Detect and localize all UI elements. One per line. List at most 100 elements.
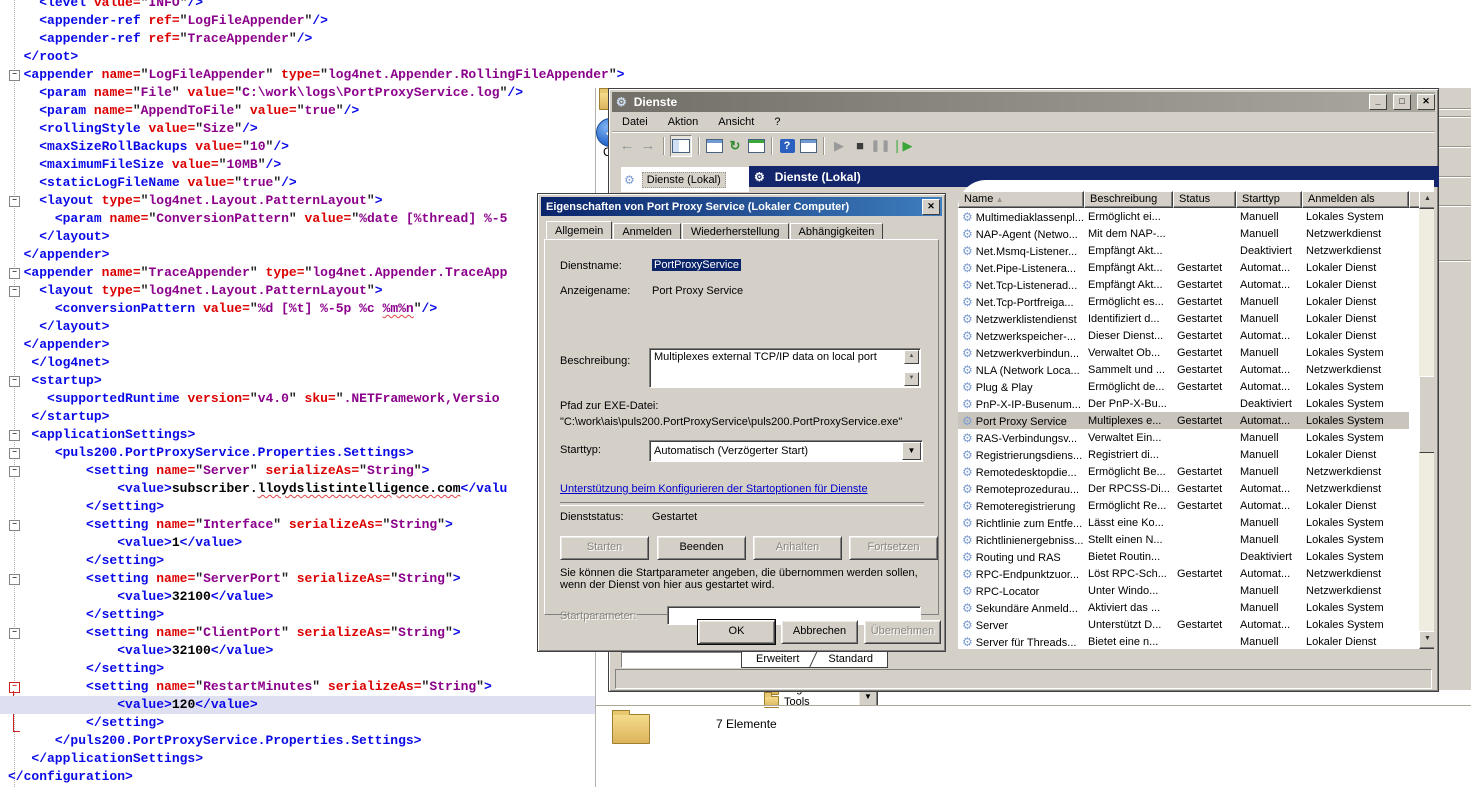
- table-row[interactable]: ⚙Richtlinie zum Entfe...Lässt eine Ko...…: [958, 514, 1409, 531]
- startup-options-help-link[interactable]: Unterstützung beim Konfigurieren der Sta…: [560, 483, 868, 495]
- stop-service-icon[interactable]: ■: [851, 137, 869, 155]
- scroll-up-icon[interactable]: ▲: [1419, 191, 1434, 209]
- title-bar[interactable]: ⚙ Dienste _ □ ✕: [612, 92, 1435, 112]
- table-row[interactable]: ⚙ServerUnterstützt D...GestartetAutomat.…: [958, 616, 1409, 633]
- maximize-icon[interactable]: □: [1393, 94, 1411, 110]
- table-row[interactable]: ⚙Sekundäre Anmeld...Aktiviert das ...Man…: [958, 599, 1409, 616]
- table-row[interactable]: ⚙Netzwerkspeicher-...Dieser Dienst...Ges…: [958, 327, 1409, 344]
- table-row[interactable]: ⚙RemoteregistrierungErmöglicht Re...Gest…: [958, 497, 1409, 514]
- service-gear-icon: ⚙: [962, 227, 973, 241]
- table-row[interactable]: ⚙Richtlinienergebniss...Stellt einen N..…: [958, 531, 1409, 548]
- table-row[interactable]: ⚙Routing und RASBietet Routin...Deaktivi…: [958, 548, 1409, 565]
- stop-button[interactable]: Beenden: [657, 536, 746, 560]
- properties-icon[interactable]: [705, 137, 723, 155]
- table-cell: Gestartet: [1173, 500, 1236, 512]
- menu-aktion[interactable]: Aktion: [658, 114, 709, 130]
- table-row[interactable]: ⚙Remotedesktopdie...Ermöglicht Be...Gest…: [958, 463, 1409, 480]
- table-row[interactable]: ⚙RPC-LocatorUnter Windo...ManuellNetzwer…: [958, 582, 1409, 599]
- tab-erweitert[interactable]: Erweitert: [742, 653, 813, 665]
- pause-button[interactable]: Anhalten: [753, 536, 842, 560]
- table-cell: Netzwerkdienst: [1302, 568, 1409, 580]
- column-header-name[interactable]: Name ▲: [958, 191, 1084, 208]
- table-cell: Lässt eine Ko...: [1084, 517, 1173, 529]
- table-row[interactable]: ⚙NetzwerklistendienstIdentifiziert d...G…: [958, 310, 1409, 327]
- table-cell: Manuell: [1236, 517, 1302, 529]
- restart-service-icon[interactable]: ❘▶: [893, 137, 911, 155]
- resume-button[interactable]: Fortsetzen: [849, 536, 938, 560]
- pause-service-icon[interactable]: ❚❚: [872, 137, 890, 155]
- table-cell: ⚙Richtlinie zum Entfe...: [958, 516, 1084, 530]
- scroll-down-icon[interactable]: ▼: [1419, 631, 1434, 649]
- service-name-value[interactable]: PortProxyService: [652, 259, 741, 271]
- scroll-up-icon[interactable]: ▲: [904, 350, 919, 364]
- table-row[interactable]: ⚙Net.Tcp-Portfreiga...Ermöglicht es...Ge…: [958, 293, 1409, 310]
- table-cell: Automat...: [1236, 279, 1302, 291]
- table-row[interactable]: ⚙Netzwerkverbindun...Verwaltet Ob...Gest…: [958, 344, 1409, 361]
- table-row[interactable]: ⚙Server für Threads...Bietet eine n...Ma…: [958, 633, 1409, 649]
- table-row[interactable]: ⚙Plug & PlayErmöglicht de...GestartetAut…: [958, 378, 1409, 395]
- refresh-icon[interactable]: ↻: [726, 137, 744, 155]
- table-row[interactable]: ⚙Net.Tcp-Listenerad...Empfängt Akt...Ges…: [958, 276, 1409, 293]
- code-line: </puls200.PortProxyService.Properties.Se…: [8, 732, 421, 750]
- export-list-icon[interactable]: [747, 137, 765, 155]
- dialog-title-bar[interactable]: Eigenschaften von Port Proxy Service (Lo…: [541, 197, 942, 216]
- divider: [560, 502, 924, 506]
- list-item[interactable]: Tools: [764, 695, 810, 709]
- forward-icon[interactable]: →: [639, 137, 657, 155]
- ok-button[interactable]: OK: [698, 620, 775, 644]
- table-cell: Gestartet: [1173, 568, 1236, 580]
- table-row[interactable]: ⚙RPC-Endpunktzuor...Löst RPC-Sch...Gesta…: [958, 565, 1409, 582]
- minimize-icon[interactable]: _: [1369, 94, 1387, 110]
- table-row[interactable]: ⚙Multimediaklassenpl...Ermöglicht ei...M…: [958, 208, 1409, 225]
- table-cell: Automat...: [1236, 330, 1302, 342]
- tab-standard[interactable]: Standard: [814, 653, 887, 665]
- show-console-tree-icon[interactable]: [670, 135, 692, 157]
- tab-abhaengigkeiten[interactable]: Abhängigkeiten: [790, 223, 884, 240]
- table-cell: ⚙Server für Threads...: [958, 635, 1084, 649]
- apply-button[interactable]: Übernehmen: [864, 620, 941, 644]
- table-cell: Lokaler Dienst: [1302, 636, 1409, 648]
- table-row[interactable]: ⚙Port Proxy ServiceMultiplexes e...Gesta…: [958, 412, 1409, 429]
- menu-datei[interactable]: Datei: [612, 114, 658, 130]
- table-row[interactable]: ⚙Net.Msmq-Listener...Empfängt Akt...Deak…: [958, 242, 1409, 259]
- scrollbar[interactable]: ▲ ▼: [1419, 191, 1434, 649]
- table-row[interactable]: ⚙NAP-Agent (Netwo...Mit dem NAP-...Manue…: [958, 225, 1409, 242]
- table-cell: Gestartet: [1173, 483, 1236, 495]
- menu-ansicht[interactable]: Ansicht: [708, 114, 764, 130]
- table-row[interactable]: ⚙NLA (Network Loca...Sammelt und ...Gest…: [958, 361, 1409, 378]
- menu-help[interactable]: ?: [764, 114, 790, 130]
- filter-box[interactable]: [621, 652, 748, 668]
- description-icon[interactable]: [799, 137, 817, 155]
- table-row[interactable]: ⚙Net.Pipe-Listenera...Empfängt Akt...Ges…: [958, 259, 1409, 276]
- scrollbar-thumb[interactable]: [1419, 376, 1434, 453]
- description-field[interactable]: Multiplexes external TCP/IP data on loca…: [649, 348, 921, 388]
- column-header-anmelden-als[interactable]: Anmelden als: [1302, 191, 1409, 208]
- code-line: <value>120</value>: [8, 696, 258, 714]
- start-button[interactable]: Starten: [560, 536, 649, 560]
- column-header-beschreibung[interactable]: Beschreibung: [1084, 191, 1173, 208]
- tree-item-dienste-lokal[interactable]: ⚙ Dienste (Lokal): [621, 167, 749, 192]
- table-cell: Manuell: [1236, 296, 1302, 308]
- startup-type-select[interactable]: Automatisch (Verzögerter Start) ▼: [649, 440, 923, 462]
- close-icon[interactable]: ✕: [922, 199, 940, 215]
- start-service-icon[interactable]: ▶: [830, 137, 848, 155]
- back-icon[interactable]: ←: [618, 137, 636, 155]
- close-icon[interactable]: ✕: [1417, 94, 1435, 110]
- table-row[interactable]: ⚙Registrierungsdiens...Registriert di...…: [958, 446, 1409, 463]
- code-line: </setting>: [8, 660, 164, 678]
- tab-wiederherstellung[interactable]: Wiederherstellung: [682, 223, 789, 240]
- column-header-starttyp[interactable]: Starttyp: [1236, 191, 1302, 208]
- tab-anmelden[interactable]: Anmelden: [613, 223, 681, 240]
- cancel-button[interactable]: Abbrechen: [781, 620, 858, 644]
- help-icon[interactable]: ?: [778, 137, 796, 155]
- code-line: </appender>: [8, 336, 109, 354]
- table-row[interactable]: ⚙Remoteprozedurau...Der RPCSS-Di...Gesta…: [958, 480, 1409, 497]
- table-cell: Deaktiviert: [1236, 245, 1302, 257]
- table-row[interactable]: ⚙PnP-X-IP-Busenum...Der PnP-X-Bu...Deakt…: [958, 395, 1409, 412]
- scroll-down-icon[interactable]: ▼: [904, 372, 919, 386]
- tab-allgemein[interactable]: Allgemein: [546, 221, 612, 240]
- column-header-status[interactable]: Status: [1173, 191, 1236, 208]
- code-line: <appender name="TraceAppender" type="log…: [8, 264, 507, 282]
- service-gear-icon: ⚙: [962, 244, 973, 258]
- table-row[interactable]: ⚙RAS-Verbindungsv...Verwaltet Ein...Manu…: [958, 429, 1409, 446]
